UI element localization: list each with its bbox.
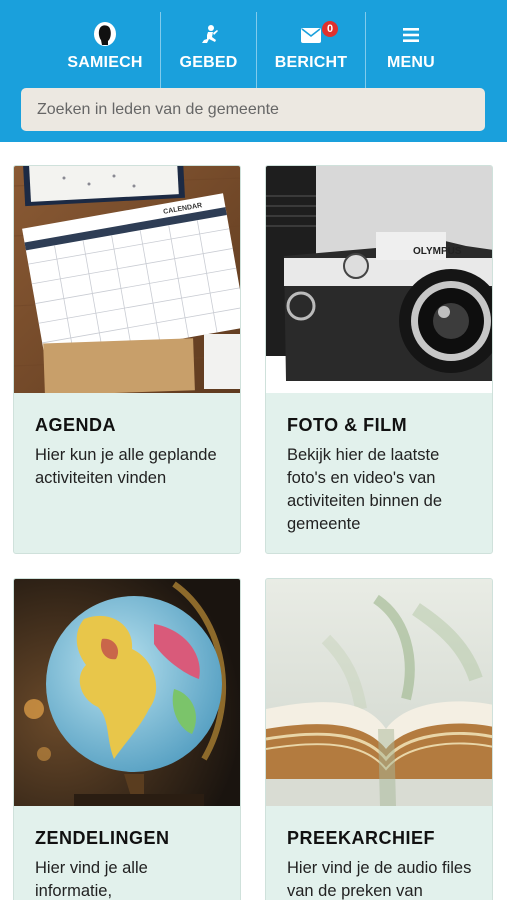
card-description: Hier kun je alle geplande activiteiten v… <box>35 446 217 487</box>
app-header: SAMIECH GEBED 0 BERICHT MENU Zoeken in l… <box>0 0 507 142</box>
open-book-photo <box>266 579 492 806</box>
top-nav: SAMIECH GEBED 0 BERICHT MENU <box>50 12 457 90</box>
card-description: Hier vind je de audio files van de preke… <box>287 859 472 900</box>
message-count-badge: 0 <box>322 21 338 37</box>
nav-menu-label: MENU <box>387 54 435 71</box>
card-title: ZENDELINGEN <box>35 828 170 848</box>
member-search-input[interactable] <box>21 88 485 131</box>
card-title: FOTO & FILM <box>287 415 408 435</box>
calendar-photo: CALENDAR <box>14 166 240 393</box>
nav-message[interactable]: 0 BERICHT <box>257 12 365 90</box>
card-foto-film[interactable]: OLYMPUS FOTO & FILM Bekijk hier de laats… <box>265 165 493 554</box>
card-zendelingen[interactable]: ZENDELINGEN Hier vind je alle informatie… <box>13 578 241 900</box>
card-title: AGENDA <box>35 415 117 435</box>
card-title: PREEKARCHIEF <box>287 828 436 848</box>
kneeling-pray-icon <box>199 22 219 48</box>
nav-profile[interactable]: SAMIECH <box>50 12 160 90</box>
person-silhouette-icon <box>93 22 117 48</box>
card-agenda[interactable]: CALENDAR AGENDA Hier kun je alle gepland… <box>13 165 241 554</box>
nav-menu[interactable]: MENU <box>366 12 456 90</box>
card-preekarchief[interactable]: PREEKARCHIEF Hier vind je de audio files… <box>265 578 493 900</box>
card-description: Hier vind je alle informatie, <box>35 859 148 900</box>
envelope-icon: 0 <box>301 21 338 48</box>
card-description: Bekijk hier de laatste foto's en video's… <box>287 446 443 533</box>
nav-prayer[interactable]: GEBED <box>161 12 256 90</box>
nav-prayer-label: GEBED <box>179 54 238 71</box>
camera-photo: OLYMPUS <box>266 166 492 393</box>
camera-photo-label: OLYMPUS <box>413 246 462 257</box>
globe-photo <box>14 579 240 806</box>
hamburger-icon <box>403 22 419 48</box>
nav-message-label: BERICHT <box>274 54 348 71</box>
nav-profile-label: SAMIECH <box>67 54 143 71</box>
